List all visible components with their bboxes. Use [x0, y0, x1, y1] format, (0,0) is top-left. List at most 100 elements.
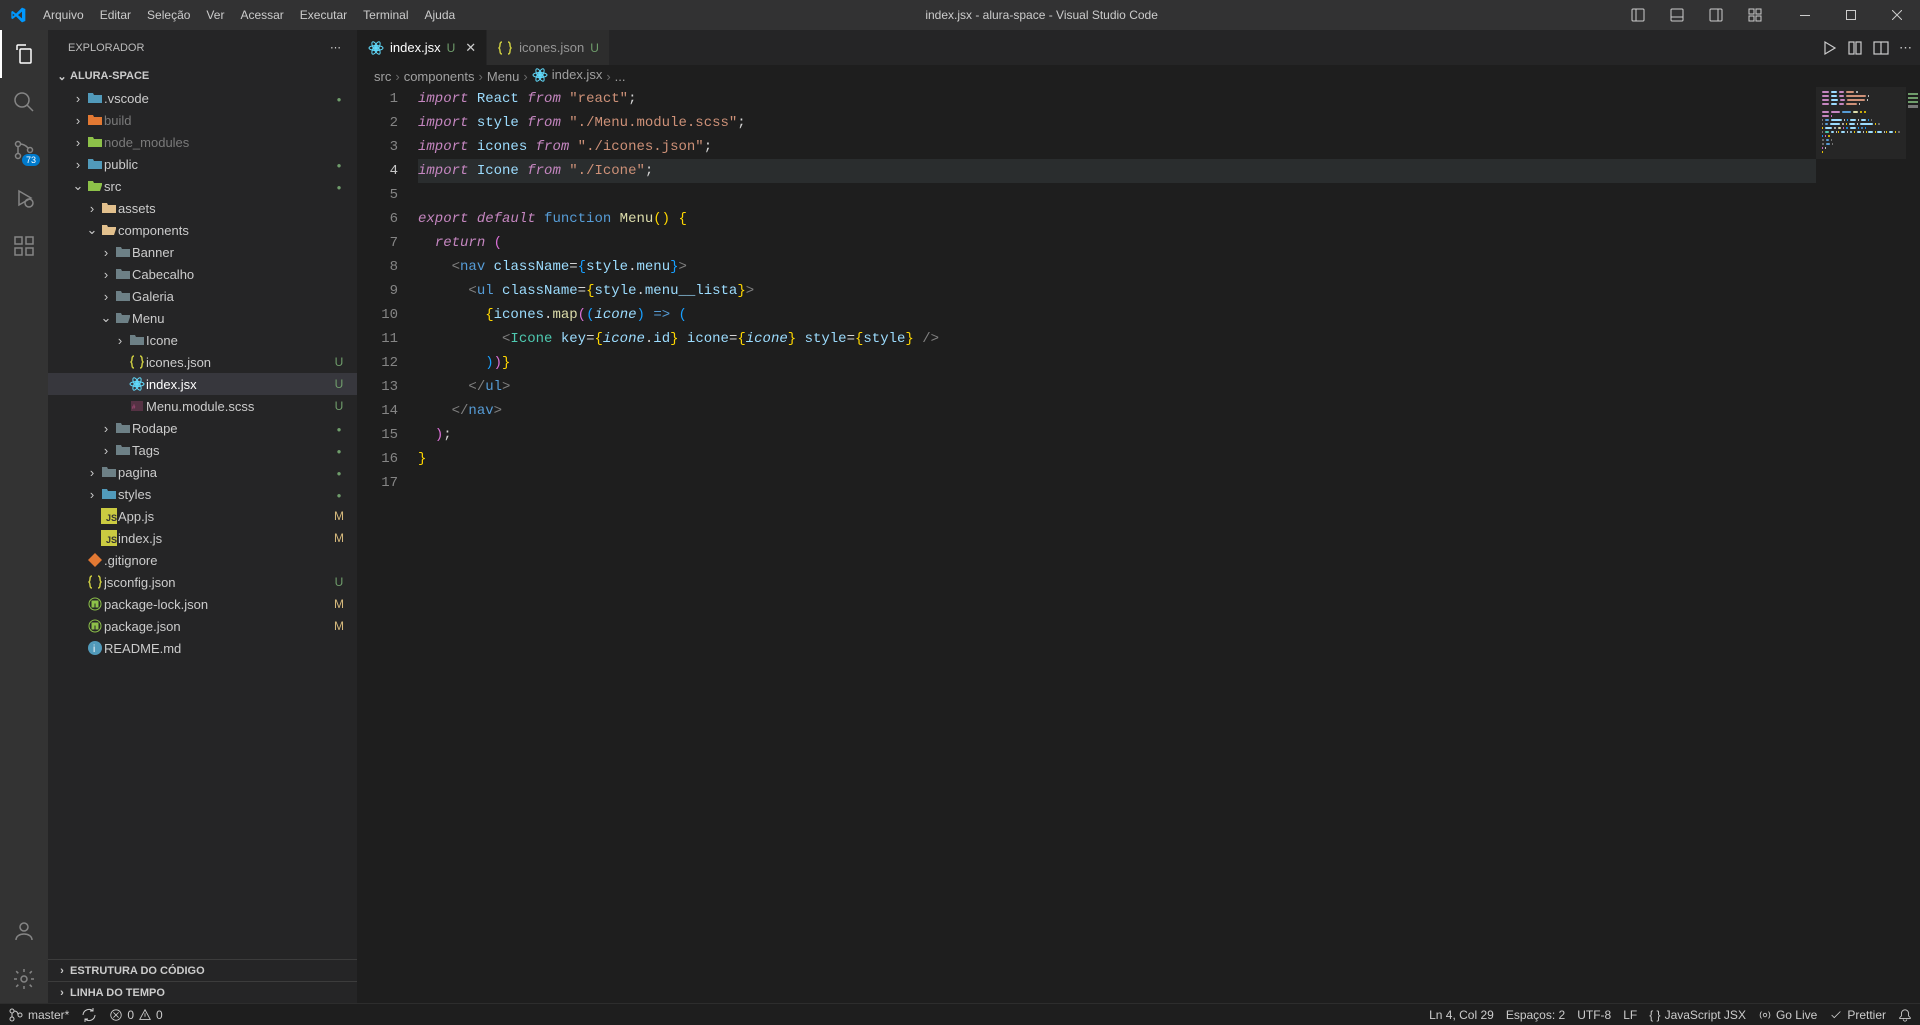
tree-item-styles[interactable]: ›styles [48, 483, 357, 505]
timeline-section[interactable]: › LINHA DO TEMPO [48, 981, 357, 1003]
tree-item-label: Rodape [132, 421, 331, 436]
breadcrumb-item[interactable]: src [374, 69, 391, 84]
tree-item-jsconfig-json[interactable]: jsconfig.jsonU [48, 571, 357, 593]
tree-item-app-js[interactable]: JSApp.jsM [48, 505, 357, 527]
code-line[interactable]: import icones from "./icones.json"; [418, 135, 1920, 159]
tree-item-index-js[interactable]: JSindex.jsM [48, 527, 357, 549]
tree-item-pagina[interactable]: ›pagina [48, 461, 357, 483]
menu-ver[interactable]: Ver [198, 0, 232, 30]
breadcrumb-item[interactable]: index.jsx [532, 67, 603, 86]
tree-item-tags[interactable]: ›Tags [48, 439, 357, 461]
code-line[interactable]: } [418, 447, 1920, 471]
code-area[interactable]: 1234567891011121314151617 import React f… [358, 87, 1920, 1003]
tab-index-jsx[interactable]: index.jsxU✕ [358, 30, 487, 65]
menu-arquivo[interactable]: Arquivo [35, 0, 92, 30]
tree-item-node-modules[interactable]: ›node_modules [48, 131, 357, 153]
status-eol[interactable]: LF [1623, 1008, 1637, 1022]
tree-item--vscode[interactable]: ›.vscode [48, 87, 357, 109]
tree-item-package-lock-json[interactable]: package-lock.jsonM [48, 593, 357, 615]
maximize-button[interactable] [1828, 0, 1874, 30]
tab-icones-json[interactable]: icones.jsonU [487, 30, 610, 65]
activity-source-control[interactable]: 73 [0, 126, 48, 174]
code-line[interactable]: <Icone key={icone.id} icone={icone} styl… [418, 327, 1920, 351]
menu-editar[interactable]: Editar [92, 0, 139, 30]
tree-item-package-json[interactable]: package.jsonM [48, 615, 357, 637]
status-cursor-position[interactable]: Ln 4, Col 29 [1429, 1008, 1494, 1022]
status-prettier[interactable]: Prettier [1829, 1008, 1886, 1022]
tree-item-galeria[interactable]: ›Galeria [48, 285, 357, 307]
folder-open-icon [86, 178, 104, 194]
tab-close-icon[interactable]: ✕ [465, 40, 476, 56]
run-icon[interactable] [1821, 40, 1837, 56]
scrollbar-vertical[interactable] [1906, 87, 1920, 1003]
menu-seleção[interactable]: Seleção [139, 0, 198, 30]
code-line[interactable]: <ul className={style.menu__lista}> [418, 279, 1920, 303]
compare-changes-icon[interactable] [1847, 40, 1863, 56]
code-line[interactable]: ); [418, 423, 1920, 447]
breadcrumb[interactable]: src›components›Menu›index.jsx›... [358, 65, 1920, 87]
tree-item-src[interactable]: ⌄src [48, 175, 357, 197]
project-section[interactable]: ⌄ ALURA-SPACE [48, 65, 357, 87]
code-line[interactable]: ))} [418, 351, 1920, 375]
tree-item-public[interactable]: ›public [48, 153, 357, 175]
minimize-button[interactable] [1782, 0, 1828, 30]
activity-explorer[interactable] [0, 30, 48, 78]
activity-extensions[interactable] [0, 222, 48, 270]
status-language[interactable]: { }JavaScript JSX [1649, 1008, 1746, 1022]
tree-item-readme-md[interactable]: iREADME.md [48, 637, 357, 659]
code-line[interactable]: import style from "./Menu.module.scss"; [418, 111, 1920, 135]
status-encoding[interactable]: UTF-8 [1577, 1008, 1611, 1022]
code-line[interactable] [418, 471, 1920, 495]
code-line[interactable] [418, 183, 1920, 207]
tree-item-cabecalho[interactable]: ›Cabecalho [48, 263, 357, 285]
status-indentation[interactable]: Espaços: 2 [1506, 1008, 1565, 1022]
toggle-panel-bottom-icon[interactable] [1659, 0, 1694, 30]
menu-executar[interactable]: Executar [292, 0, 355, 30]
activity-settings[interactable] [0, 955, 48, 1003]
status-sync[interactable] [81, 1007, 97, 1023]
tree-item-components[interactable]: ⌄components [48, 219, 357, 241]
activity-search[interactable] [0, 78, 48, 126]
split-editor-icon[interactable] [1873, 40, 1889, 56]
tree-item-icones-json[interactable]: icones.jsonU [48, 351, 357, 373]
menu-terminal[interactable]: Terminal [355, 0, 416, 30]
status-problems[interactable]: 0 0 [109, 1008, 162, 1022]
breadcrumb-item[interactable]: Menu [487, 69, 520, 84]
more-actions-icon[interactable]: ⋯ [1899, 40, 1912, 56]
tree-item-build[interactable]: ›build [48, 109, 357, 131]
activity-accounts[interactable] [0, 907, 48, 955]
code-line[interactable]: export default function Menu() { [418, 207, 1920, 231]
outline-section[interactable]: › ESTRUTURA DO CÓDIGO [48, 959, 357, 981]
toggle-panel-right-icon[interactable] [1698, 0, 1733, 30]
git-status-dot [331, 443, 347, 457]
tree-item-assets[interactable]: ›assets [48, 197, 357, 219]
toggle-panel-left-icon[interactable] [1620, 0, 1655, 30]
minimap[interactable] [1816, 87, 1906, 1003]
code-line[interactable]: {icones.map((icone) => ( [418, 303, 1920, 327]
breadcrumb-item[interactable]: ... [615, 69, 626, 84]
breadcrumb-item[interactable]: components [404, 69, 475, 84]
customize-layout-icon[interactable] [1737, 0, 1772, 30]
code-line[interactable]: <nav className={style.menu}> [418, 255, 1920, 279]
code-line[interactable]: </nav> [418, 399, 1920, 423]
code-line[interactable]: return ( [418, 231, 1920, 255]
menu-acessar[interactable]: Acessar [232, 0, 291, 30]
status-go-live[interactable]: Go Live [1758, 1008, 1817, 1022]
close-button[interactable] [1874, 0, 1920, 30]
menu-ajuda[interactable]: Ajuda [417, 0, 464, 30]
tree-item-menu-module-scss[interactable]: #Menu.module.scssU [48, 395, 357, 417]
sidebar-more-icon[interactable]: ⋯ [330, 41, 341, 54]
tree-item-menu[interactable]: ⌄Menu [48, 307, 357, 329]
tree-item-banner[interactable]: ›Banner [48, 241, 357, 263]
code-content[interactable]: import React from "react";import style f… [418, 87, 1920, 1003]
status-notifications[interactable] [1898, 1008, 1912, 1022]
status-branch[interactable]: master* [8, 1007, 69, 1023]
tree-item-rodape[interactable]: ›Rodape [48, 417, 357, 439]
tree-item--gitignore[interactable]: .gitignore [48, 549, 357, 571]
tree-item-index-jsx[interactable]: index.jsxU [48, 373, 357, 395]
code-line[interactable]: import React from "react"; [418, 87, 1920, 111]
code-line[interactable]: </ul> [418, 375, 1920, 399]
tree-item-icone[interactable]: ›Icone [48, 329, 357, 351]
activity-run-debug[interactable] [0, 174, 48, 222]
code-line[interactable]: import Icone from "./Icone"; [418, 159, 1920, 183]
